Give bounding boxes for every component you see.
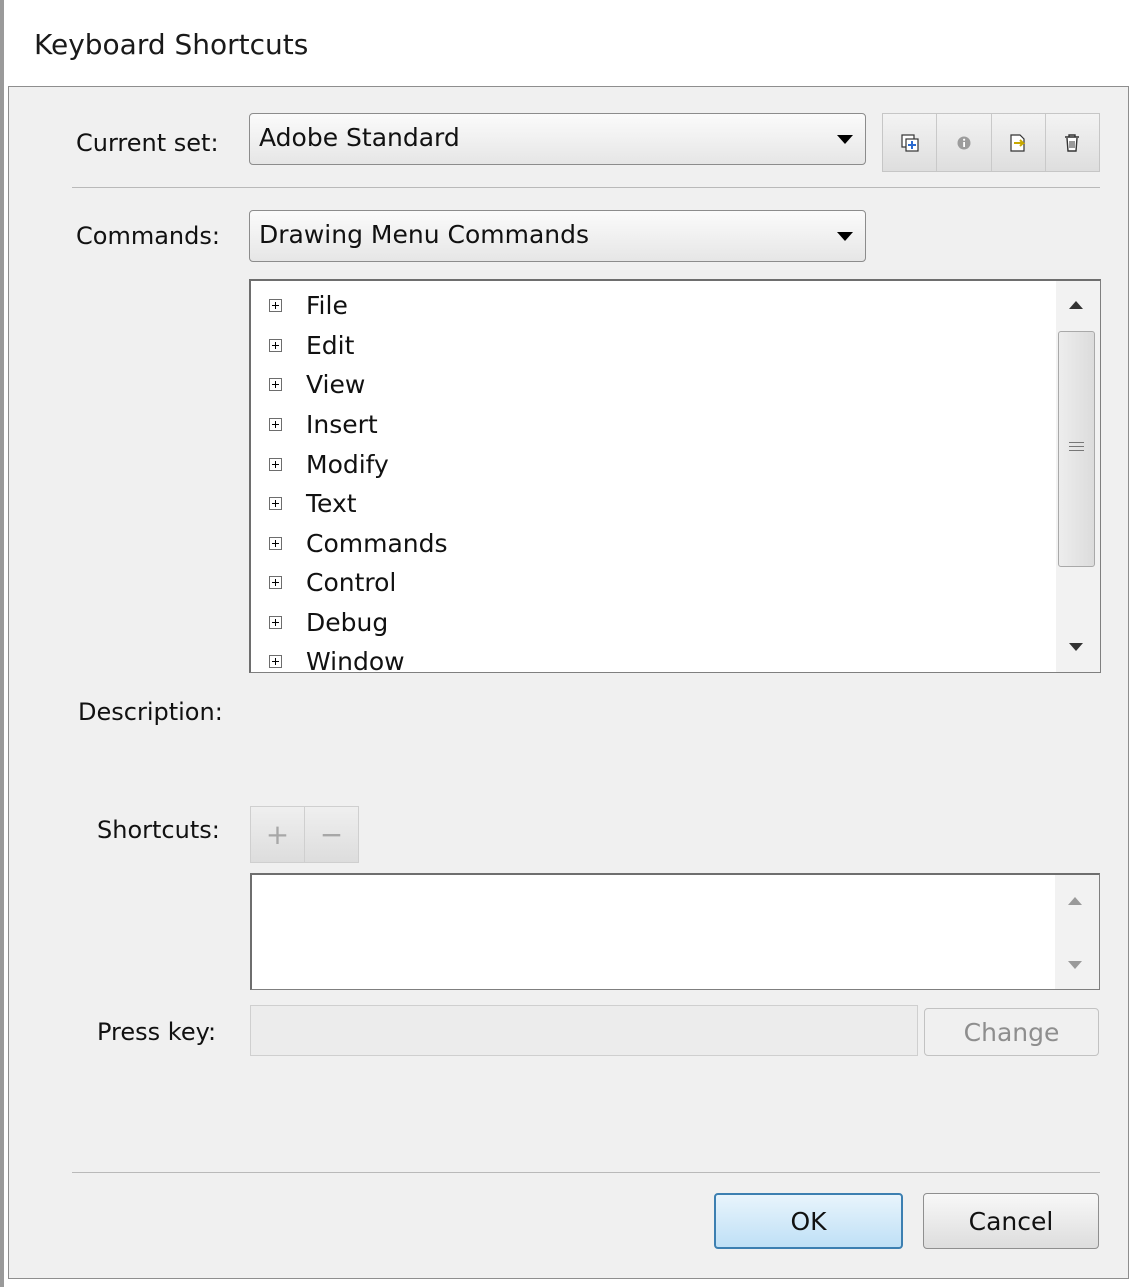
- duplicate-set-button[interactable]: [883, 114, 938, 171]
- tree-item-file[interactable]: File: [269, 287, 348, 323]
- expand-icon[interactable]: [269, 496, 282, 510]
- expand-icon[interactable]: [269, 615, 282, 629]
- tree-item-label: File: [306, 290, 348, 320]
- expand-icon[interactable]: [269, 457, 282, 471]
- grip-line: [1069, 446, 1084, 447]
- tree-item-edit[interactable]: Edit: [269, 327, 354, 363]
- dialog-body: [8, 86, 1129, 1279]
- cancel-button[interactable]: Cancel: [923, 1193, 1099, 1249]
- window-edge: [0, 0, 4, 1287]
- expand-icon[interactable]: [269, 654, 282, 668]
- tree-item-label: Insert: [306, 409, 378, 439]
- tree-item-control[interactable]: Control: [269, 564, 396, 600]
- commands-value: Drawing Menu Commands: [259, 220, 590, 249]
- commands-dropdown[interactable]: Drawing Menu Commands: [249, 210, 866, 262]
- tree-item-label: Commands: [306, 528, 448, 558]
- description-label: Description:: [78, 698, 223, 726]
- tree-item-label: Control: [306, 567, 397, 597]
- change-button[interactable]: Change: [924, 1008, 1099, 1056]
- shortcuts-list[interactable]: [250, 873, 1100, 990]
- ok-button[interactable]: OK: [714, 1193, 903, 1249]
- grip-line: [1069, 450, 1084, 451]
- tree-item-label: Edit: [306, 330, 355, 360]
- scroll-thumb[interactable]: [1058, 331, 1095, 567]
- info-button[interactable]: [937, 114, 992, 171]
- chevron-down-icon: [837, 232, 853, 241]
- press-key-field[interactable]: [250, 1005, 918, 1056]
- add-shortcut-button[interactable]: +: [251, 807, 305, 862]
- press-key-label: Press key:: [97, 1018, 217, 1046]
- current-set-label: Current set:: [76, 129, 219, 157]
- dialog-title: Keyboard Shortcuts: [34, 28, 309, 61]
- remove-shortcut-button[interactable]: −: [305, 807, 358, 862]
- export-set-icon: [1010, 133, 1026, 152]
- scroll-down-icon[interactable]: [1068, 961, 1082, 969]
- scroll-down-icon[interactable]: [1069, 643, 1083, 651]
- info-icon: [957, 136, 971, 149]
- current-set-value: Adobe Standard: [259, 123, 460, 152]
- tree-item-commands[interactable]: Commands: [269, 525, 448, 561]
- expand-icon[interactable]: [269, 536, 282, 550]
- delete-set-button[interactable]: [1045, 114, 1099, 171]
- tree-scrollbar[interactable]: [1056, 281, 1100, 672]
- shortcuts-scrollbar[interactable]: [1055, 875, 1099, 989]
- shortcut-buttons: + −: [250, 806, 359, 863]
- tree-item-label: View: [306, 369, 366, 399]
- chevron-down-icon: [837, 135, 853, 144]
- separator-top: [72, 187, 1100, 188]
- commands-tree[interactable]: File Edit View Insert Modify Text Comman…: [249, 279, 1101, 673]
- tree-item-view[interactable]: View: [269, 366, 365, 402]
- set-actions-toolbar: [882, 113, 1100, 172]
- current-set-dropdown[interactable]: Adobe Standard: [249, 113, 866, 165]
- duplicate-set-icon: [901, 133, 919, 152]
- tree-item-modify[interactable]: Modify: [269, 446, 389, 482]
- shortcuts-label: Shortcuts:: [97, 816, 220, 844]
- tree-item-label: Window: [306, 646, 405, 673]
- tree-item-label: Text: [306, 488, 357, 518]
- expand-icon[interactable]: [269, 338, 282, 352]
- tree-item-window[interactable]: Window: [269, 643, 405, 673]
- tree-item-text[interactable]: Text: [269, 485, 357, 521]
- separator-bottom: [72, 1172, 1100, 1173]
- tree-item-debug[interactable]: Debug: [269, 604, 388, 640]
- expand-icon[interactable]: [269, 417, 282, 431]
- tree-item-label: Debug: [306, 607, 389, 637]
- scroll-up-icon[interactable]: [1068, 897, 1082, 905]
- delete-set-icon: [1065, 133, 1080, 152]
- scroll-up-icon[interactable]: [1069, 301, 1083, 309]
- expand-icon[interactable]: [269, 575, 282, 589]
- tree-item-insert[interactable]: Insert: [269, 406, 378, 442]
- expand-icon[interactable]: [269, 298, 282, 312]
- tree-item-label: Modify: [306, 449, 389, 479]
- expand-icon[interactable]: [269, 377, 282, 391]
- keyboard-shortcuts-dialog: Keyboard Shortcuts Current set: Adobe St…: [0, 0, 1134, 1287]
- commands-label: Commands:: [76, 222, 220, 250]
- export-set-button[interactable]: [991, 114, 1046, 171]
- grip-line: [1069, 442, 1084, 443]
